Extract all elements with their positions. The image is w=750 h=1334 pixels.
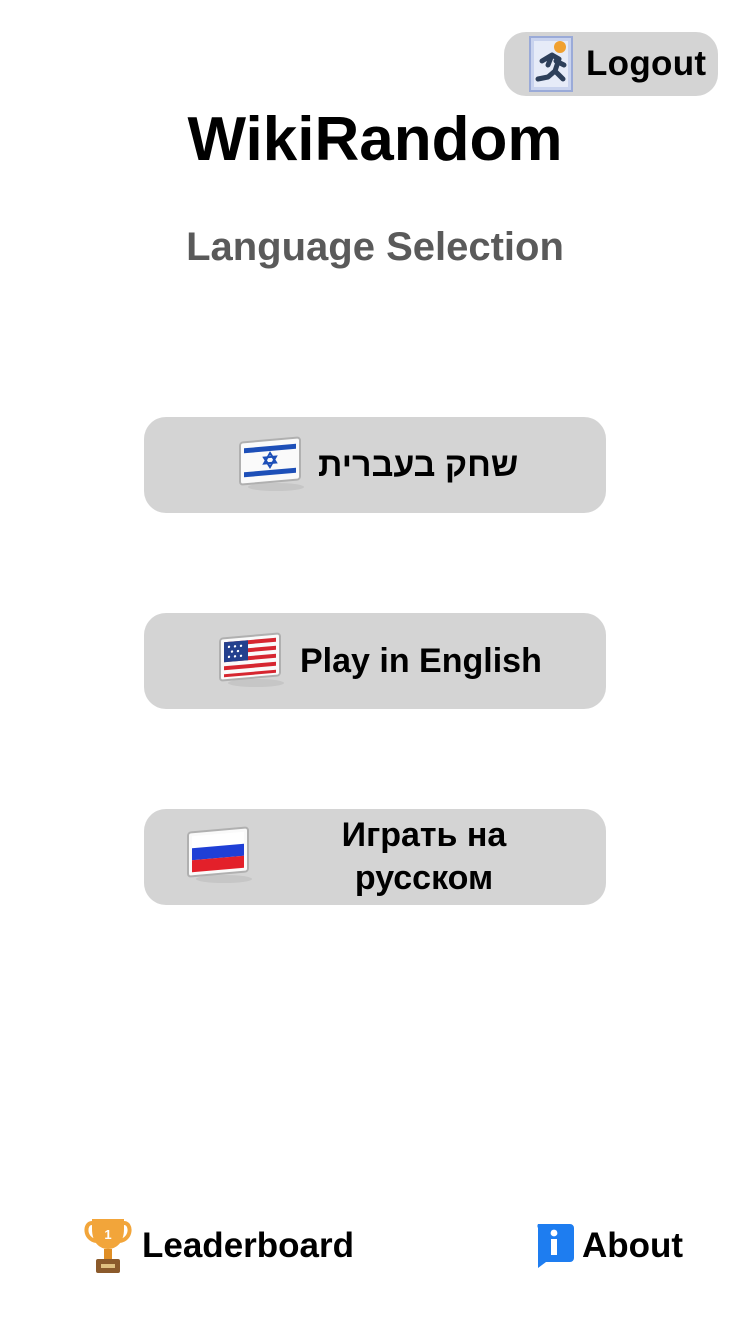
info-icon bbox=[537, 1224, 574, 1268]
israel-flag-icon bbox=[239, 436, 304, 491]
page-subtitle: Language Selection bbox=[186, 225, 564, 269]
leaderboard-button[interactable]: 1 Leaderboard bbox=[82, 1214, 354, 1278]
about-label: About bbox=[582, 1226, 684, 1265]
play-english-label: Play in English bbox=[300, 642, 542, 680]
play-hebrew-button[interactable]: שחק בעברית bbox=[144, 417, 606, 513]
play-hebrew-label: שחק בעברית bbox=[318, 446, 519, 484]
logout-button[interactable]: Logout bbox=[504, 32, 718, 96]
app-title: WikiRandom bbox=[187, 105, 563, 174]
usa-flag-icon bbox=[219, 632, 284, 687]
exit-running-person-icon bbox=[529, 36, 573, 92]
leaderboard-label: Leaderboard bbox=[142, 1226, 354, 1265]
about-button[interactable]: About bbox=[534, 1214, 683, 1278]
logout-label: Logout bbox=[586, 44, 707, 83]
play-english-button[interactable]: Play in English bbox=[144, 613, 606, 709]
svg-text:1: 1 bbox=[104, 1227, 111, 1242]
play-russian-button[interactable]: Играть на русском bbox=[144, 809, 606, 905]
trophy-icon: 1 bbox=[84, 1219, 132, 1273]
play-russian-label: Играть на русском bbox=[341, 816, 507, 897]
russia-flag-icon bbox=[187, 826, 252, 883]
